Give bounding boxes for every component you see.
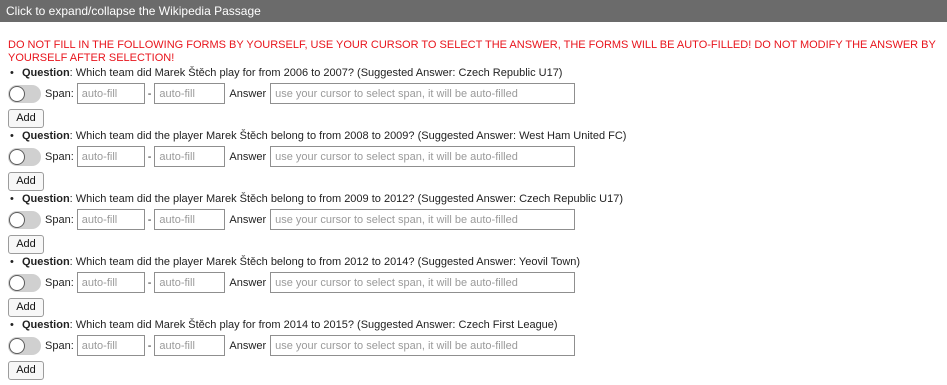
question-block: • Question: Which team did the player Mar… — [8, 129, 947, 191]
bullet: • — [10, 319, 14, 331]
span-toggle[interactable] — [8, 147, 41, 166]
span-label: Span: — [45, 276, 74, 289]
toggle-knob — [9, 274, 25, 291]
question-text: : Which team did the player Marek Štěch … — [69, 256, 581, 268]
span-end-input[interactable] — [154, 335, 226, 356]
question-text: : Which team did Marek Štěch play for fr… — [69, 319, 558, 331]
question-label: Question — [22, 130, 70, 142]
question-line: • Question: Which team did Marek Štěch pl… — [8, 66, 947, 80]
span-toggle[interactable] — [8, 210, 41, 229]
span-row: Span: - Answer — [8, 82, 947, 105]
question-label: Question — [22, 256, 70, 268]
answer-label: Answer — [229, 213, 267, 226]
span-label: Span: — [45, 87, 74, 100]
question-text: : Which team did the player Marek Štěch … — [69, 193, 624, 205]
question-block: • Question: Which team did the player Mar… — [8, 192, 947, 254]
span-row: Span: - Answer — [8, 334, 947, 357]
answer-label: Answer — [229, 87, 267, 100]
question-block: • Question: Which team did the player Mar… — [8, 255, 947, 317]
span-toggle[interactable] — [8, 84, 41, 103]
span-toggle[interactable] — [8, 273, 41, 292]
span-label: Span: — [45, 213, 74, 226]
bullet: • — [10, 130, 14, 142]
span-label: Span: — [45, 339, 74, 352]
span-end-input[interactable] — [154, 209, 226, 230]
add-button[interactable]: Add — [8, 298, 44, 317]
bullet: • — [10, 256, 14, 268]
span-row: Span: - Answer — [8, 271, 947, 294]
span-toggle[interactable] — [8, 336, 41, 355]
answer-input[interactable] — [270, 335, 576, 356]
span-label: Span: — [45, 150, 74, 163]
answer-input[interactable] — [270, 83, 576, 104]
expand-passage-bar[interactable]: Click to expand/collapse the Wikipedia P… — [0, 0, 947, 22]
question-text: : Which team did the player Marek Štěch … — [69, 130, 627, 142]
question-line: • Question: Which team did the player Mar… — [8, 255, 947, 269]
toggle-knob — [9, 148, 25, 165]
span-row: Span: - Answer — [8, 208, 947, 231]
instruction-warning: DO NOT FILL IN THE FOLLOWING FORMS BY YO… — [8, 39, 936, 64]
span-start-input[interactable] — [76, 146, 145, 167]
span-start-input[interactable] — [76, 209, 145, 230]
span-end-input[interactable] — [154, 272, 226, 293]
add-button[interactable]: Add — [8, 172, 44, 191]
add-button[interactable]: Add — [8, 109, 44, 128]
span-dash: - — [147, 213, 152, 226]
span-end-input[interactable] — [154, 146, 226, 167]
question-block: • Question: Which team did Marek Štěch pl… — [8, 318, 947, 380]
span-row: Span: - Answer — [8, 145, 947, 168]
span-start-input[interactable] — [76, 83, 145, 104]
question-text: : Which team did Marek Štěch play for fr… — [69, 67, 563, 79]
answer-label: Answer — [229, 276, 267, 289]
bullet: • — [10, 67, 14, 79]
question-line: • Question: Which team did the player Mar… — [8, 192, 947, 206]
question-label: Question — [22, 67, 70, 79]
add-button[interactable]: Add — [8, 235, 44, 254]
toggle-knob — [9, 85, 25, 102]
question-line: • Question: Which team did Marek Štěch pl… — [8, 318, 947, 332]
span-dash: - — [147, 339, 152, 352]
answer-label: Answer — [229, 150, 267, 163]
question-label: Question — [22, 319, 70, 331]
span-end-input[interactable] — [154, 83, 226, 104]
question-label: Question — [22, 193, 70, 205]
question-line: • Question: Which team did the player Mar… — [8, 129, 947, 143]
answer-input[interactable] — [270, 146, 576, 167]
question-block: • Question: Which team did Marek Štěch pl… — [8, 66, 947, 128]
answer-input[interactable] — [270, 272, 576, 293]
toggle-knob — [9, 337, 25, 354]
span-start-input[interactable] — [76, 272, 145, 293]
bullet: • — [10, 193, 14, 205]
toggle-knob — [9, 211, 25, 228]
add-button[interactable]: Add — [8, 361, 44, 380]
answer-input[interactable] — [270, 209, 576, 230]
span-dash: - — [147, 87, 152, 100]
span-start-input[interactable] — [76, 335, 145, 356]
question-list: • Question: Which team did Marek Štěch pl… — [8, 66, 947, 380]
answer-label: Answer — [229, 339, 267, 352]
span-dash: - — [147, 276, 152, 289]
span-dash: - — [147, 150, 152, 163]
